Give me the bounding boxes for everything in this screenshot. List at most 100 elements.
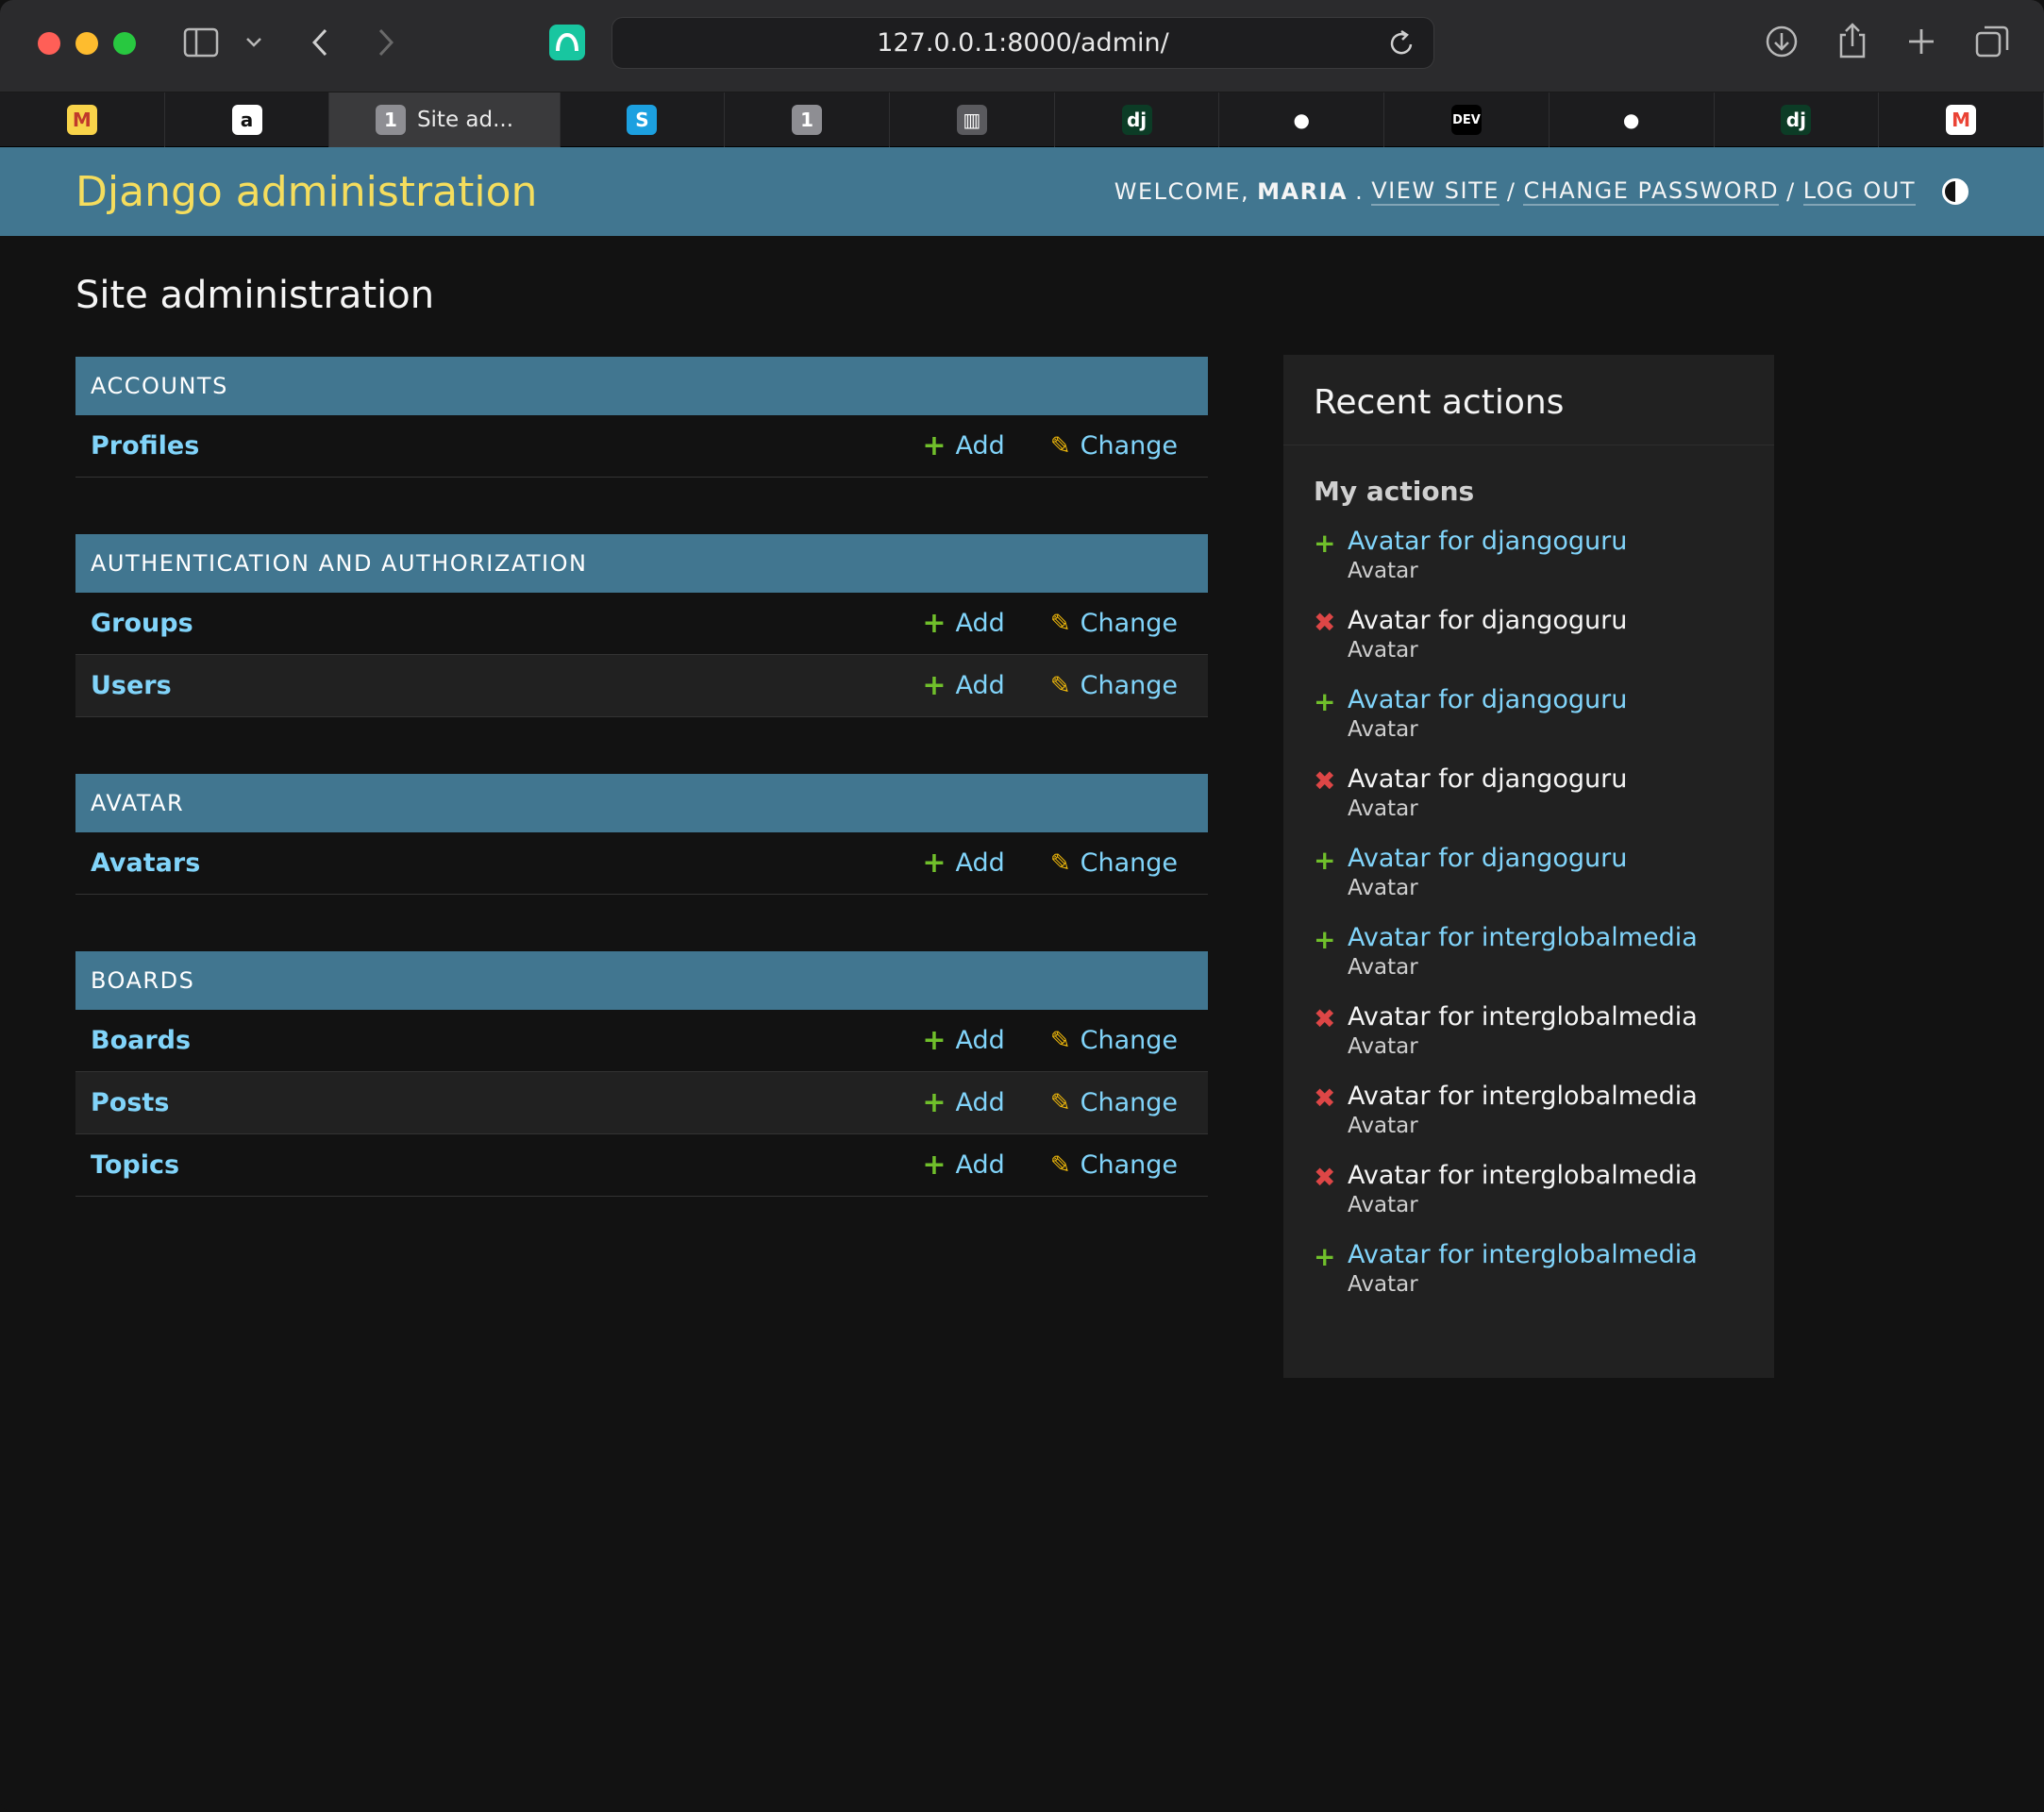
delete-icon: ✖ — [1314, 765, 1336, 797]
plus-icon: + — [1314, 924, 1336, 955]
browser-tab[interactable]: S — [561, 92, 726, 147]
zoom-window-button[interactable] — [113, 32, 136, 55]
address-bar[interactable]: 127.0.0.1:8000/admin/ — [612, 17, 1434, 69]
browser-tab[interactable]: M — [0, 92, 165, 147]
model-row-boards: Boards + Add ✎ Change — [75, 1010, 1208, 1072]
add-button[interactable]: + Add — [922, 669, 1004, 702]
reload-icon[interactable] — [1388, 29, 1415, 64]
change-password-link[interactable]: CHANGE PASSWORD — [1523, 177, 1780, 206]
change-button[interactable]: ✎ Change — [1050, 1086, 1178, 1119]
recent-action-title[interactable]: Avatar for djangoguru — [1348, 843, 1744, 875]
change-button[interactable]: ✎ Change — [1050, 429, 1178, 462]
app-caption[interactable]: AUTHENTICATION AND AUTHORIZATION — [75, 534, 1208, 593]
recent-action-title: Avatar for djangoguru — [1348, 606, 1628, 635]
browser-tab[interactable]: dj — [1055, 92, 1220, 147]
app-caption[interactable]: AVATAR — [75, 774, 1208, 832]
chevron-down-icon[interactable] — [243, 32, 264, 53]
recent-action-title[interactable]: Avatar for interglobalmedia — [1348, 922, 1744, 954]
logout-link[interactable]: LOG OUT — [1802, 177, 1916, 206]
share-icon[interactable] — [1836, 21, 1868, 60]
change-button[interactable]: ✎ Change — [1050, 1024, 1178, 1057]
model-row-posts: Posts + Add ✎ Change — [75, 1072, 1208, 1134]
pencil-icon: ✎ — [1049, 1026, 1071, 1055]
recent-action-type: Avatar — [1348, 876, 1418, 900]
github-icon: ● — [1622, 109, 1640, 131]
change-label: Change — [1080, 848, 1178, 878]
delete-icon: ✖ — [1314, 1082, 1336, 1114]
add-button[interactable]: + Add — [922, 429, 1004, 462]
model-actions: + Add ✎ Change — [922, 607, 1178, 640]
new-tab-icon[interactable] — [1906, 26, 1936, 57]
tab-number-icon: 1 — [792, 105, 823, 135]
recent-action-type: Avatar — [1348, 638, 1418, 663]
recent-action-item: ✖ Avatar for djangoguru Avatar — [1283, 605, 1774, 684]
add-label: Add — [955, 1088, 1005, 1117]
plus-icon: + — [922, 1086, 947, 1119]
recent-action-item: + Avatar for djangoguru Avatar — [1283, 526, 1774, 605]
theme-toggle-icon[interactable] — [1942, 178, 1969, 205]
change-button[interactable]: ✎ Change — [1050, 607, 1178, 640]
model-link-profiles[interactable]: Profiles — [91, 431, 199, 461]
model-link-users[interactable]: Users — [91, 671, 172, 700]
content: Site administration ACCOUNTS Profiles + Add… — [75, 236, 1969, 1378]
change-label: Change — [1080, 1026, 1178, 1055]
model-link-posts[interactable]: Posts — [91, 1088, 169, 1117]
recent-action-item: + Avatar for djangoguru Avatar — [1283, 843, 1774, 922]
add-button[interactable]: + Add — [922, 607, 1004, 640]
forward-icon[interactable] — [374, 26, 398, 59]
tab-strip: Ma 1 Site ad... S 1 ▥ dj ● DEV ● dj M — [0, 92, 2044, 147]
add-button[interactable]: + Add — [922, 1086, 1004, 1119]
model-link-avatars[interactable]: Avatars — [91, 848, 200, 878]
browser-tab[interactable]: dj — [1715, 92, 1880, 147]
recent-actions-panel: Recent actions My actions + Avatar for dj… — [1283, 355, 1774, 1378]
view-site-link[interactable]: VIEW SITE — [1371, 177, 1499, 206]
model-link-boards[interactable]: Boards — [91, 1026, 191, 1055]
site-brand[interactable]: Django administration — [75, 168, 537, 216]
plus-icon: + — [1314, 528, 1336, 559]
download-icon[interactable] — [1765, 25, 1799, 59]
app-caption[interactable]: ACCOUNTS — [75, 357, 1208, 415]
app-caption[interactable]: BOARDS — [75, 951, 1208, 1010]
tab-overview-icon[interactable] — [1974, 25, 2010, 59]
browser-tab[interactable]: a — [165, 92, 330, 147]
browser-tab[interactable]: ▥ — [890, 92, 1055, 147]
dev-icon: DEV — [1450, 105, 1482, 135]
recent-action-type: Avatar — [1348, 797, 1418, 821]
browser-tab[interactable]: 1 — [725, 92, 890, 147]
extension-icon[interactable] — [549, 25, 585, 60]
add-button[interactable]: + Add — [922, 1024, 1004, 1057]
change-button[interactable]: ✎ Change — [1050, 669, 1178, 702]
model-actions: + Add ✎ Change — [922, 847, 1178, 880]
close-window-button[interactable] — [38, 32, 60, 55]
tab-number-icon: 1 — [375, 105, 406, 135]
recent-action-title[interactable]: Avatar for interglobalmedia — [1348, 1239, 1744, 1271]
change-button[interactable]: ✎ Change — [1050, 1149, 1178, 1182]
model-link-groups[interactable]: Groups — [91, 609, 193, 638]
add-label: Add — [955, 431, 1005, 461]
change-button[interactable]: ✎ Change — [1050, 847, 1178, 880]
add-button[interactable]: + Add — [922, 1149, 1004, 1182]
user-tools: WELCOME, MARIA. VIEW SITE / CHANGE PASSW… — [1114, 177, 1969, 206]
minimize-window-button[interactable] — [75, 32, 98, 55]
back-icon[interactable] — [308, 26, 332, 59]
model-actions: + Add ✎ Change — [922, 429, 1178, 462]
browser-tab[interactable]: ● — [1219, 92, 1385, 147]
recent-action-type: Avatar — [1348, 1034, 1418, 1059]
browser-toolbar: 127.0.0.1:8000/admin/ — [0, 0, 2044, 92]
pencil-icon: ✎ — [1049, 1088, 1071, 1117]
add-button[interactable]: + Add — [922, 847, 1004, 880]
model-link-topics[interactable]: Topics — [91, 1150, 179, 1180]
recent-action-title[interactable]: Avatar for djangoguru — [1348, 684, 1744, 716]
recent-action-title[interactable]: Avatar for djangoguru — [1348, 526, 1744, 558]
plus-icon: + — [1314, 845, 1336, 876]
browser-tab[interactable]: M — [1879, 92, 2044, 147]
sidebar-toggle-icon[interactable] — [183, 26, 219, 59]
browser-tab[interactable]: DEV — [1384, 92, 1550, 147]
app-module-authentication-and-authorization: AUTHENTICATION AND AUTHORIZATION Groups + A… — [75, 534, 1208, 717]
amazon-icon: a — [231, 105, 262, 135]
medium-icon: M — [66, 105, 97, 135]
model-actions: + Add ✎ Change — [922, 669, 1178, 702]
recent-action-item: ✖ Avatar for interglobalmedia Avatar — [1283, 1001, 1774, 1081]
browser-tab[interactable]: ● — [1550, 92, 1715, 147]
browser-tab[interactable]: 1 Site ad... — [329, 92, 561, 147]
